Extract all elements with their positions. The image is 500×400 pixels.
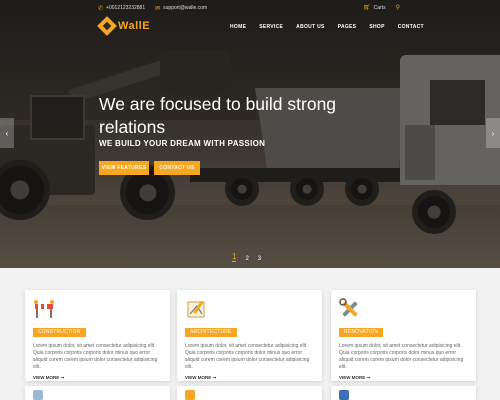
contact-us-button[interactable]: CONTACT US	[154, 161, 200, 175]
main-navigation: WallE HOME SERVICE ABOUT US PAGES SHOP C…	[0, 16, 500, 40]
service-icon	[339, 390, 349, 400]
cart-label: Carts	[373, 4, 386, 11]
chevron-right-icon: ›	[491, 128, 495, 138]
barrier-icon	[33, 298, 55, 320]
nav-item-pages[interactable]: PAGES	[338, 24, 357, 30]
phone-number: +0012123232881	[106, 5, 146, 11]
service-description: Lorem ipsum dolor, sit amet consectetur …	[185, 343, 310, 370]
service-card-construction: CONSTRUCTION Lorem ipsum dolor, sit amet…	[25, 290, 170, 381]
service-card-partial	[331, 386, 476, 400]
view-more-link[interactable]: VIEW MORE ➞	[185, 375, 314, 381]
service-tag: RENOVATION	[339, 328, 384, 337]
service-description: Lorem ipsum dolor, sit amet consectetur …	[339, 343, 464, 370]
slider-prev-button[interactable]: ‹	[0, 118, 14, 148]
cart-link[interactable]: 🛒︎ Carts	[363, 4, 386, 12]
slide-page-1[interactable]: 1	[232, 252, 237, 262]
service-card-partial	[177, 386, 322, 400]
service-description: Lorem ipsum dolor, sit amet consectetur …	[33, 343, 158, 370]
tools-icon	[339, 298, 361, 320]
email-contact[interactable]: ✉ support@walle.com	[155, 5, 207, 12]
view-more-link[interactable]: VIEW MORE ➞	[339, 375, 468, 381]
phone-contact[interactable]: ✆ +0012123232881	[98, 5, 145, 12]
service-tag: CONSTRUCTION	[33, 328, 86, 337]
search-icon[interactable]: ⚲	[396, 4, 400, 11]
chevron-left-icon: ‹	[5, 128, 9, 138]
top-bar: ✆ +0012123232881 ✉ support@walle.com 🛒︎ …	[0, 0, 500, 16]
nav-menu: HOME SERVICE ABOUT US PAGES SHOP CONTACT	[230, 24, 437, 30]
mail-icon: ✉	[155, 5, 161, 12]
brand-name: WallE	[118, 20, 151, 32]
hero-subtitle: WE BUILD YOUR DREAM WITH PASSION	[99, 139, 266, 148]
view-more-link[interactable]: VIEW MORE ➞	[33, 375, 162, 381]
nav-item-service[interactable]: SERVICE	[259, 24, 283, 30]
slider-next-button[interactable]: ›	[486, 118, 500, 148]
brand-logo[interactable]: WallE	[97, 16, 151, 36]
service-card-renovation: RENOVATION Lorem ipsum dolor, sit amet c…	[331, 290, 476, 381]
nav-item-contact[interactable]: CONTACT	[398, 24, 424, 30]
service-icon	[33, 390, 43, 400]
service-card-partial	[25, 386, 170, 400]
slide-page-3[interactable]: 3	[258, 256, 261, 262]
nav-item-shop[interactable]: SHOP	[369, 24, 384, 30]
nav-item-about[interactable]: ABOUT US	[296, 24, 325, 30]
view-features-button[interactable]: VIEW FEATURES	[99, 161, 149, 175]
email-address: support@walle.com	[163, 5, 208, 11]
slide-page-2[interactable]: 2	[245, 256, 248, 262]
nav-item-home[interactable]: HOME	[230, 24, 246, 30]
blueprint-icon	[185, 298, 207, 320]
slider-pagination: 1 2 3	[232, 252, 261, 262]
phone-icon: ✆	[98, 5, 104, 12]
cart-icon: 🛒︎	[363, 5, 371, 11]
hero-title: We are focused to build strong relations	[99, 94, 337, 137]
service-icon	[185, 390, 195, 400]
service-card-architecture: ARCHITECTURE Lorem ipsum dolor, sit amet…	[177, 290, 322, 381]
logo-icon	[97, 16, 117, 36]
service-tag: ARCHITECTURE	[185, 328, 237, 337]
services-section: CONSTRUCTION Lorem ipsum dolor, sit amet…	[0, 268, 500, 400]
